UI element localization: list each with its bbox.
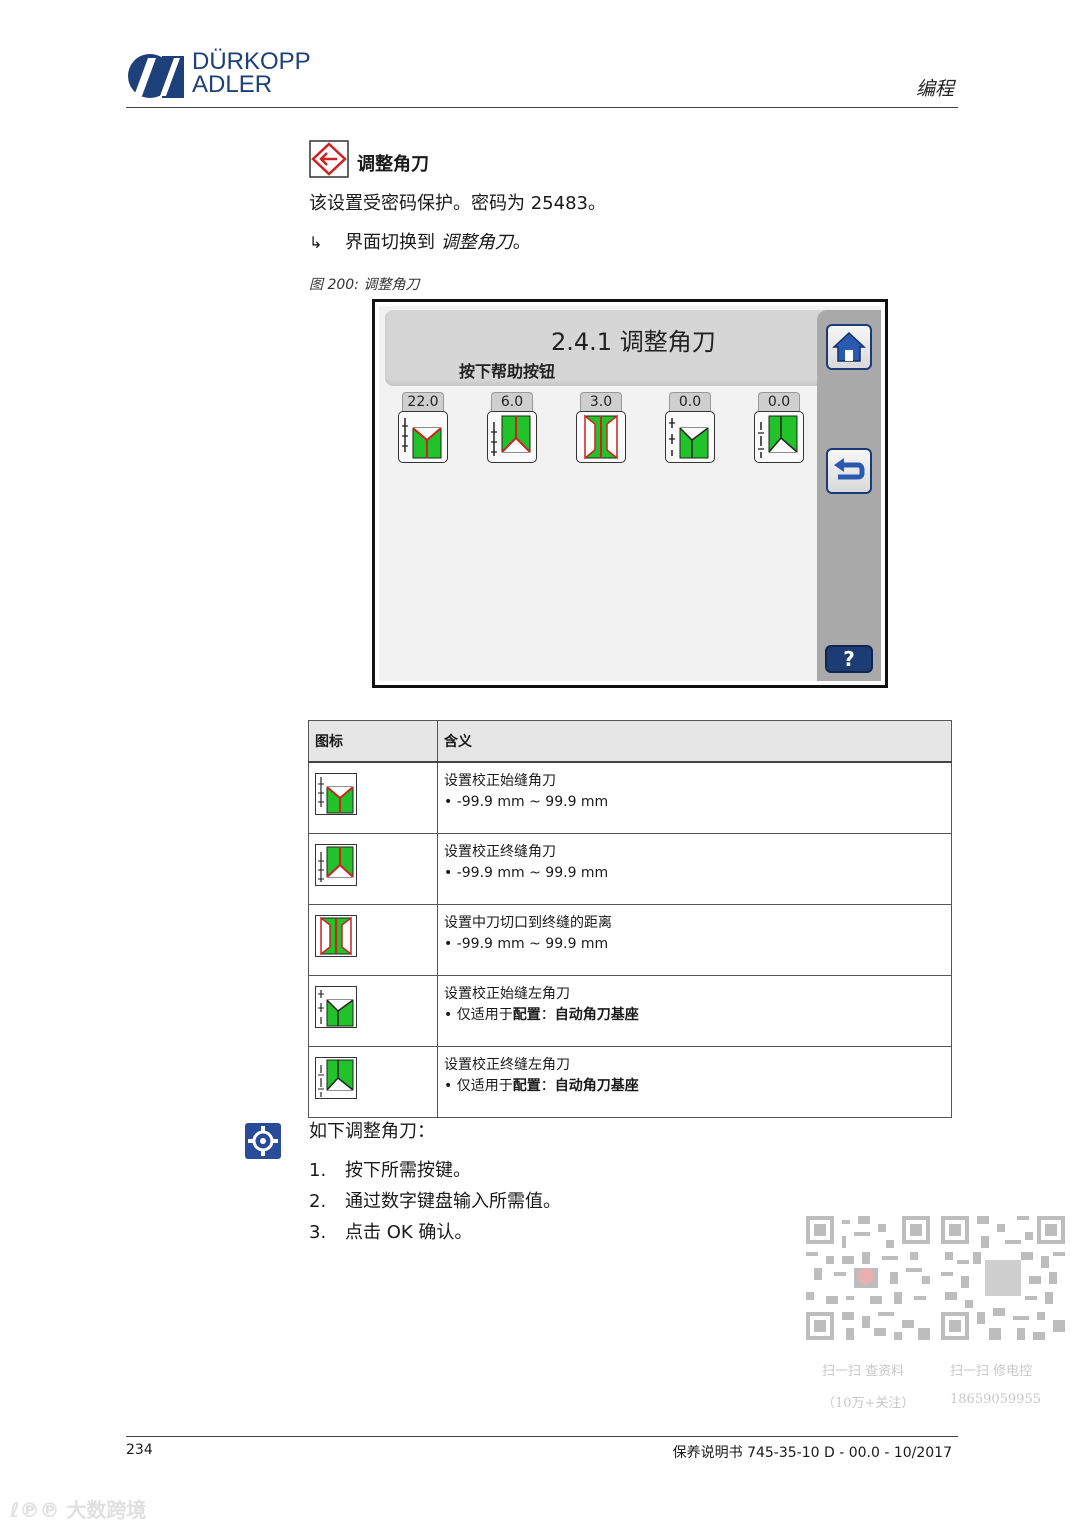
table-header-row: 图标 含义 bbox=[308, 720, 952, 763]
end-corner-knife-button[interactable]: 6.0 bbox=[487, 392, 537, 463]
qr-caption-right-2: 18659059955 bbox=[950, 1392, 1041, 1407]
screen-title: 2.4.1 调整角刀 bbox=[551, 328, 716, 356]
footer-divider bbox=[126, 1436, 958, 1437]
center-knife-distance-button[interactable]: 3.0 bbox=[576, 392, 626, 463]
section-title: 编程 bbox=[915, 78, 954, 100]
end-corner-knife-icon bbox=[491, 415, 531, 456]
icon-cell bbox=[308, 975, 438, 1047]
value-display: 22.0 bbox=[402, 392, 444, 411]
meaning-cell: 设置校正始缝左角刀 • 仅适用于配置：自动角刀基座 bbox=[437, 975, 952, 1047]
password-warning-icon bbox=[309, 140, 349, 178]
value-display: 6.0 bbox=[491, 392, 533, 411]
value-display: 0.0 bbox=[669, 392, 711, 411]
center-knife-distance-icon bbox=[584, 414, 618, 460]
column-header-meaning: 含义 bbox=[437, 720, 952, 763]
meaning-cell: 设置校正终缝左角刀 • 仅适用于配置：自动角刀基座 bbox=[437, 1046, 952, 1118]
icon-cell bbox=[308, 761, 438, 834]
list-item: 1. 按下所需按键。 bbox=[309, 1160, 471, 1181]
center-knife-distance-icon bbox=[315, 915, 357, 957]
icon-cell bbox=[308, 904, 438, 976]
icon-meaning-table: 图标 含义 设置校正始缝角刀 • -99.9 mm ~ 99.9 mm 设置校正… bbox=[308, 720, 952, 1118]
list-item: 3. 点击 OK 确认。 bbox=[309, 1222, 473, 1243]
home-icon bbox=[832, 331, 866, 362]
document-reference: 保养说明书 745-35-10 D - 00.0 - 10/2017 bbox=[672, 1445, 952, 1461]
end-left-corner-knife-icon bbox=[315, 1057, 357, 1099]
table-row: 设置校正终缝角刀 • -99.9 mm ~ 99.9 mm bbox=[308, 833, 952, 905]
instructions-intro: 如下调整角刀： bbox=[309, 1121, 435, 1142]
figure-caption: 图 200: 调整角刀 bbox=[309, 277, 420, 293]
qr-caption-left-2: （10万+关注） bbox=[822, 1396, 915, 1411]
icon-cell bbox=[308, 833, 438, 905]
value-display: 3.0 bbox=[580, 392, 622, 411]
end-left-corner-knife-icon bbox=[758, 415, 798, 458]
step-arrow-icon: ↳ bbox=[309, 233, 323, 252]
table-row: 设置中刀切口到终缝的距离 • -99.9 mm ~ 99.9 mm bbox=[308, 904, 952, 976]
screen-subtitle: 按下帮助按钮 bbox=[459, 362, 556, 381]
start-left-corner-knife-button[interactable]: 0.0 bbox=[665, 392, 715, 463]
start-corner-knife-icon bbox=[402, 418, 442, 459]
instruction-step: ↳ 界面切换到 调整角刀。 bbox=[309, 232, 531, 253]
start-left-corner-knife-icon bbox=[315, 986, 357, 1028]
qr-code-right bbox=[941, 1216, 1065, 1340]
start-corner-knife-icon bbox=[315, 773, 357, 815]
value-display: 0.0 bbox=[758, 392, 800, 411]
start-corner-knife-button[interactable]: 22.0 bbox=[398, 392, 448, 463]
home-button[interactable] bbox=[826, 324, 872, 370]
side-panel: ? bbox=[817, 310, 881, 681]
meaning-cell: 设置校正始缝角刀 • -99.9 mm ~ 99.9 mm bbox=[437, 761, 952, 834]
qr-code-left bbox=[806, 1216, 930, 1340]
qr-caption-left-1: 扫一扫 查资料 bbox=[822, 1364, 905, 1379]
column-header-icon: 图标 bbox=[308, 720, 438, 763]
list-item: 2. 通过数字键盘输入所需值。 bbox=[309, 1191, 561, 1212]
back-button[interactable] bbox=[826, 448, 872, 494]
logo-wordmark: DÜRKOPP ADLER bbox=[192, 48, 311, 98]
password-note: 该设置受密码保护。密码为 25483。 bbox=[309, 193, 606, 214]
meaning-cell: 设置中刀切口到终缝的距离 • -99.9 mm ~ 99.9 mm bbox=[437, 904, 952, 976]
settings-tool-icon bbox=[245, 1123, 281, 1159]
page-number: 234 bbox=[126, 1442, 153, 1458]
screen-titlebar: 2.4.1 调整角刀 按下帮助按钮 bbox=[385, 310, 845, 386]
meaning-cell: 设置校正终缝角刀 • -99.9 mm ~ 99.9 mm bbox=[437, 833, 952, 905]
header-divider bbox=[126, 107, 958, 108]
qr-caption-right-1: 扫一扫 修电控 bbox=[950, 1364, 1033, 1379]
watermark: ℓ℗℗ 大数跨境 bbox=[10, 1498, 147, 1522]
table-row: 设置校正终缝左角刀 • 仅适用于配置：自动角刀基座 bbox=[308, 1046, 952, 1118]
back-arrow-icon bbox=[834, 458, 865, 480]
device-screen: 2.4.1 调整角刀 按下帮助按钮 ? 22.0 6.0 3.0 0.0 0.0 bbox=[372, 299, 888, 688]
icon-cell bbox=[308, 1046, 438, 1118]
start-left-corner-knife-icon bbox=[669, 418, 709, 459]
table-row: 设置校正始缝角刀 • -99.9 mm ~ 99.9 mm bbox=[308, 761, 952, 834]
help-button[interactable]: ? bbox=[825, 645, 873, 673]
section-heading: 调整角刀 bbox=[357, 154, 429, 175]
watermark-logo-icon: ℓ℗℗ bbox=[10, 1498, 67, 1522]
table-row: 设置校正始缝左角刀 • 仅适用于配置：自动角刀基座 bbox=[308, 975, 952, 1047]
end-left-corner-knife-button[interactable]: 0.0 bbox=[754, 392, 804, 463]
end-corner-knife-icon bbox=[315, 844, 357, 886]
